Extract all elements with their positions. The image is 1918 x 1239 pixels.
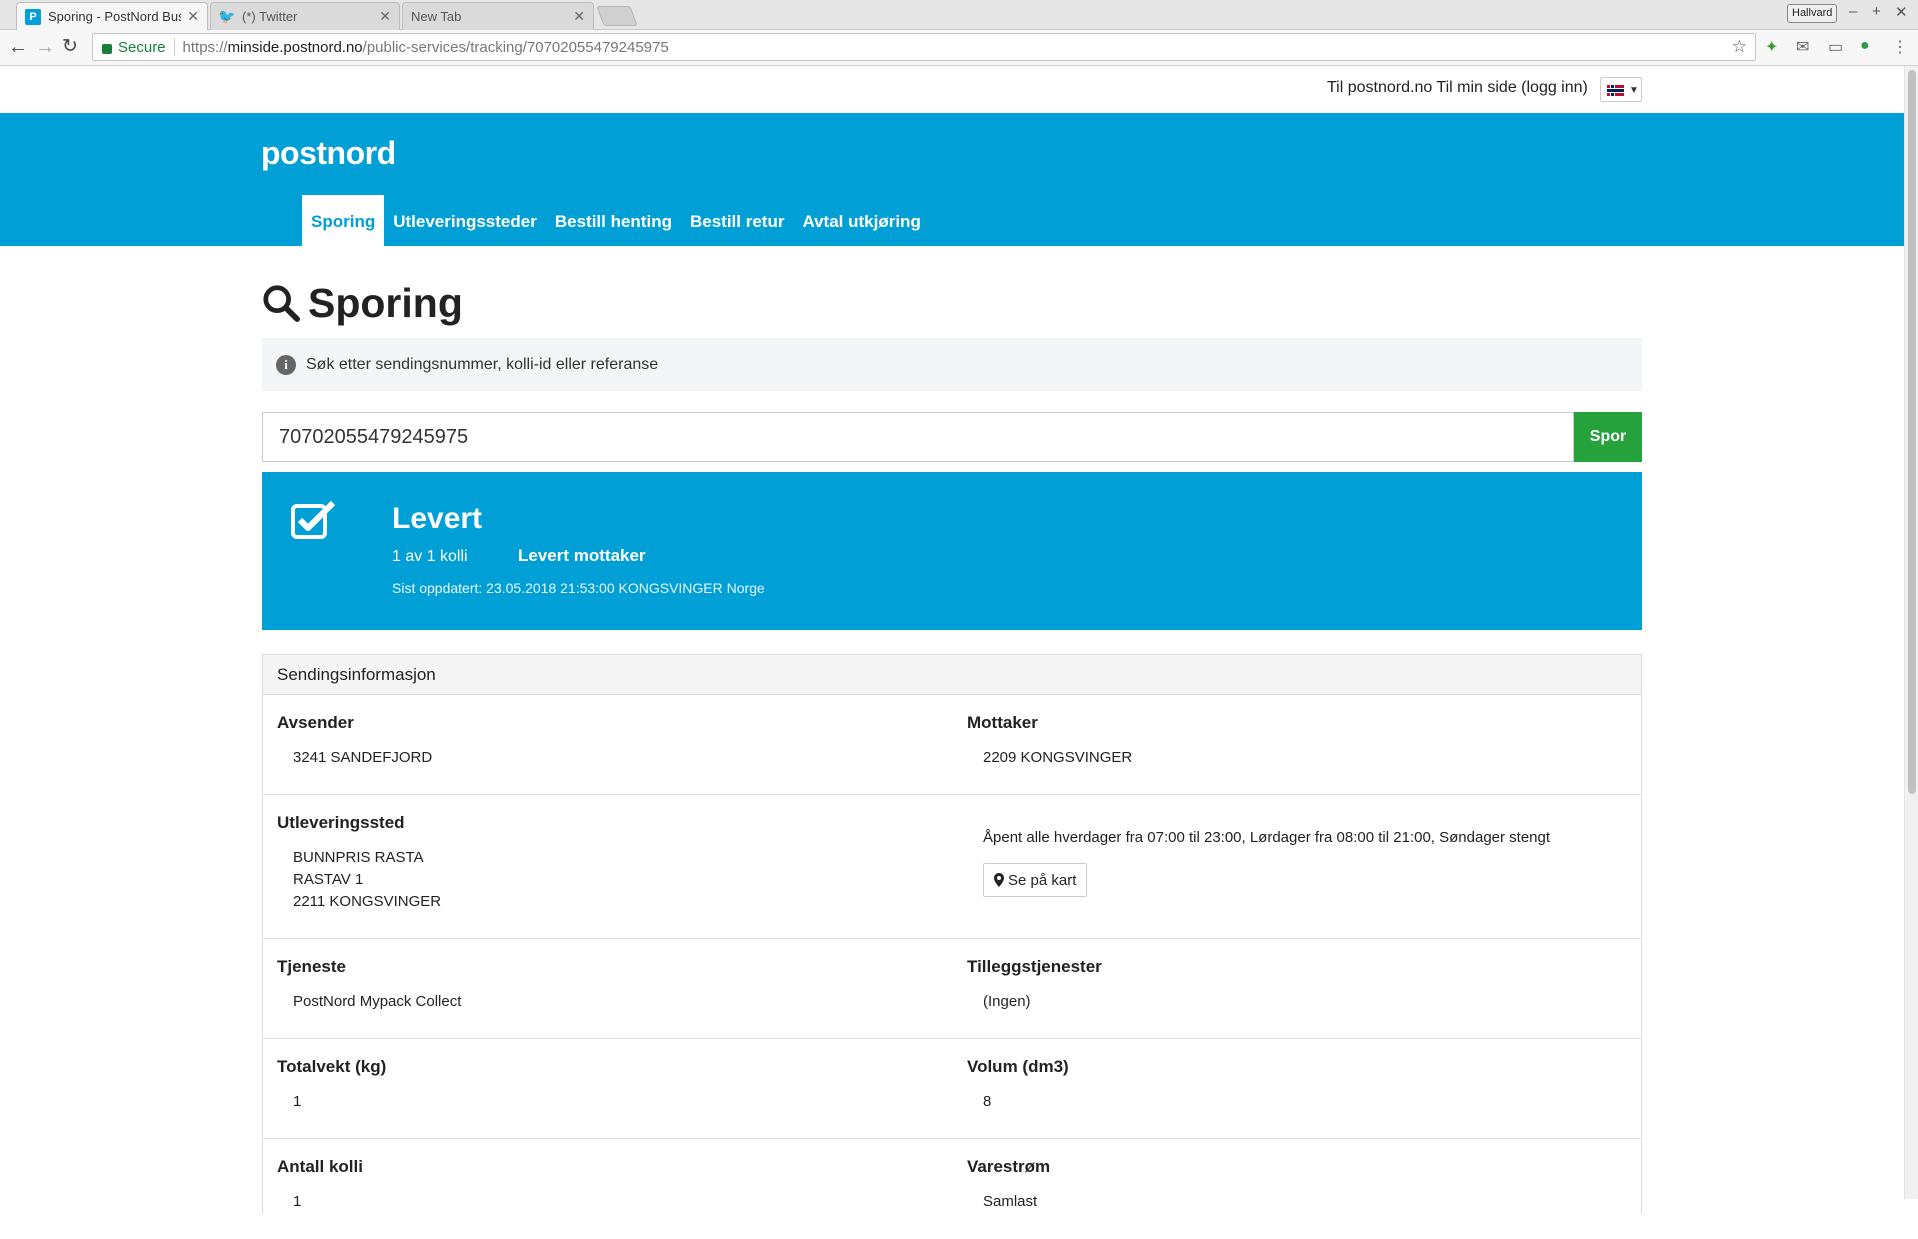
map-marker-icon	[994, 873, 1004, 887]
show-map-button[interactable]: Se på kart	[983, 863, 1088, 897]
page-scrollbar[interactable]	[1904, 66, 1918, 1199]
twitter-favicon-icon: 🐦	[218, 8, 236, 24]
extra-services-label: Tilleggstjenester	[967, 957, 1102, 976]
tracking-number-input[interactable]	[262, 412, 1574, 462]
language-selector[interactable]: ▼	[1600, 77, 1642, 102]
extra-services-value: (Ingen)	[983, 993, 1031, 1010]
track-button[interactable]: Spor	[1574, 412, 1642, 462]
row-count-flow: Antall kolli 1 Varestrøm Samlast	[263, 1139, 1641, 1239]
last-updated: Sist oppdatert: 23.05.2018 21:53:00 KONG…	[392, 580, 765, 596]
tab-new-tab[interactable]: New Tab ✕	[402, 2, 594, 30]
card-heading: Sendingsinformasjon	[263, 655, 1641, 695]
info-icon: i	[276, 354, 296, 375]
mail-icon[interactable]: ✉	[1796, 37, 1809, 57]
receiver-label: Mottaker	[967, 713, 1038, 732]
page-title: Sporing	[262, 280, 463, 326]
url-path: /public-services/tracking/70702055479245…	[362, 38, 669, 56]
close-window-icon[interactable]: ✕	[1895, 3, 1908, 21]
checkbox-checked-icon	[291, 500, 336, 539]
row-service: Tjeneste PostNord Mypack Collect Tillegg…	[263, 939, 1641, 1039]
pickup-postal: 2211 KONGSVINGER	[293, 893, 442, 910]
opening-hours: Åpent alle hverdager fra 07:00 til 23:00…	[983, 829, 1551, 846]
nav-avtal-utkjoring[interactable]: Avtal utkjøring	[793, 195, 929, 246]
site-header: postnord Sporing Utleveringssteder Besti…	[0, 113, 1904, 246]
goods-flow-value: Samlast	[983, 1193, 1038, 1210]
extension-badge-icon[interactable]: ●	[1860, 37, 1870, 55]
postnord-logo[interactable]: postnord	[261, 135, 396, 172]
menu-icon[interactable]: ⋮	[1892, 37, 1908, 57]
package-count: 1 av 1 kolli	[392, 548, 468, 565]
status-detail: Levert mottaker	[518, 546, 646, 565]
address-separator	[173, 38, 175, 56]
tab-twitter[interactable]: 🐦 (*) Twitter ✕	[210, 2, 400, 30]
address-bar[interactable]: Secure https:// minside.postnord.no /pub…	[92, 33, 1756, 61]
row-sender-receiver: Avsender 3241 SANDEFJORD Mottaker 2209 K…	[263, 695, 1641, 795]
close-tab-icon[interactable]: ✕	[187, 8, 199, 25]
forward-icon[interactable]: →	[35, 36, 55, 58]
scrollbar-thumb[interactable]	[1908, 70, 1916, 794]
reload-icon[interactable]: ↻	[62, 36, 78, 58]
package-count-label: Antall kolli	[277, 1157, 363, 1176]
nav-utleveringssteder[interactable]: Utleveringssteder	[384, 195, 546, 246]
norway-flag-icon	[1607, 85, 1624, 96]
lock-icon	[102, 44, 112, 54]
pickup-street: RASTAV 1	[293, 871, 364, 888]
top-links[interactable]: Til postnord.no Til min side (logg inn)	[1327, 79, 1588, 97]
maximize-icon[interactable]: +	[1872, 3, 1881, 20]
browser-toolbar: ← → ↻ Secure https:// minside.postnord.n…	[0, 30, 1918, 66]
volume-value: 8	[983, 1093, 992, 1110]
package-count-value: 1	[293, 1193, 302, 1210]
extension-icon[interactable]: ✦	[1765, 37, 1778, 57]
back-icon[interactable]: ←	[8, 36, 28, 58]
tab-title: New Tab	[411, 9, 462, 24]
minimize-icon[interactable]: –	[1849, 3, 1857, 20]
url-scheme: https://	[182, 38, 228, 56]
sender-value: 3241 SANDEFJORD	[293, 749, 433, 766]
shipment-info-card: Sendingsinformasjon Avsender 3241 SANDEF…	[262, 654, 1642, 1214]
service-label: Tjeneste	[277, 957, 346, 976]
row-weight-volume: Totalvekt (kg) 1 Volum (dm3) 8	[263, 1039, 1641, 1139]
row-pickup-point: Utleveringssted BUNNPRIS RASTA RASTAV 1 …	[263, 795, 1641, 939]
status-title: Levert	[392, 502, 483, 535]
close-tab-icon[interactable]: ✕	[379, 8, 391, 25]
pickup-point-label: Utleveringssted	[277, 813, 405, 832]
close-tab-icon[interactable]: ✕	[573, 8, 585, 25]
nav-bestill-retur[interactable]: Bestill retur	[681, 195, 793, 246]
secure-label: Secure	[118, 38, 166, 56]
page-topbar: Til postnord.no Til min side (logg inn) …	[0, 66, 1904, 113]
browser-tab-strip: P Sporing - PostNord Bus ✕ 🐦 (*) Twitter…	[0, 0, 1918, 30]
pickup-name: BUNNPRIS RASTA	[293, 849, 424, 866]
sender-label: Avsender	[277, 713, 354, 732]
search-icon	[263, 285, 300, 322]
service-value: PostNord Mypack Collect	[293, 993, 462, 1010]
volume-label: Volum (dm3)	[967, 1057, 1069, 1076]
bookmark-star-icon[interactable]: ☆	[1732, 37, 1747, 57]
show-map-label: Se på kart	[1008, 871, 1077, 889]
delivery-status-panel: Levert 1 av 1 kolli Levert mottaker Sist…	[262, 472, 1642, 630]
main-nav: Sporing Utleveringssteder Bestill hentin…	[302, 195, 930, 246]
profile-button[interactable]: Hallvard	[1787, 4, 1838, 23]
postnord-favicon-icon: P	[25, 8, 41, 25]
tab-title: Sporing - PostNord Bus	[48, 9, 182, 24]
cast-icon[interactable]: ▭	[1828, 37, 1843, 57]
tab-title: (*) Twitter	[242, 9, 298, 24]
tab-sporing[interactable]: P Sporing - PostNord Bus ✕	[16, 2, 208, 30]
url-host: minside.postnord.no	[227, 38, 363, 56]
goods-flow-label: Varestrøm	[967, 1157, 1051, 1176]
info-text: Søk etter sendingsnummer, kolli-id eller…	[306, 355, 659, 373]
weight-label: Totalvekt (kg)	[277, 1057, 387, 1076]
info-box: i Søk etter sendingsnummer, kolli-id ell…	[262, 338, 1642, 391]
search-row: Spor	[262, 412, 1642, 462]
receiver-value: 2209 KONGSVINGER	[983, 749, 1133, 766]
nav-sporing[interactable]: Sporing	[302, 195, 385, 246]
caret-down-icon: ▼	[1629, 85, 1639, 96]
page-title-text: Sporing	[308, 279, 463, 326]
weight-value: 1	[293, 1093, 302, 1110]
new-tab-button[interactable]	[596, 6, 638, 26]
pickup-point-address: BUNNPRIS RASTA RASTAV 1 2211 KONGSVINGER	[293, 847, 441, 913]
nav-bestill-henting[interactable]: Bestill henting	[546, 195, 681, 246]
